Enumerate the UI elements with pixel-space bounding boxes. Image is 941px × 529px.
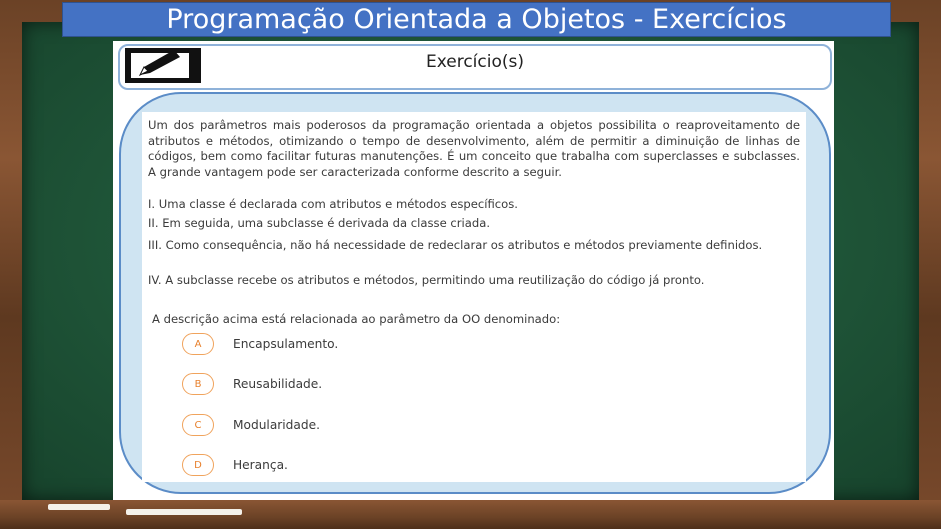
option-a-label[interactable]: Encapsulamento. xyxy=(233,337,338,351)
pencil-notepad-icon xyxy=(125,48,201,83)
option-d-label[interactable]: Herança. xyxy=(233,458,288,472)
option-d[interactable]: D Herança. xyxy=(182,453,288,477)
option-c-letter[interactable]: C xyxy=(182,414,214,436)
option-a-letter[interactable]: A xyxy=(182,333,214,355)
exercise-header-label: Exercício(s) xyxy=(425,52,524,72)
question-intro: Um dos parâmetros mais poderosos da prog… xyxy=(148,118,800,179)
option-d-letter[interactable]: D xyxy=(182,454,214,476)
page-title: Programação Orientada a Objetos - Exercí… xyxy=(62,2,891,37)
option-a[interactable]: A Encapsulamento. xyxy=(182,332,338,356)
option-c[interactable]: C Modularidade. xyxy=(182,413,320,437)
question-item-2: II. Em seguida, uma subclasse é derivada… xyxy=(148,216,491,230)
option-b-label[interactable]: Reusabilidade. xyxy=(233,377,322,391)
option-b-letter[interactable]: B xyxy=(182,373,214,395)
option-b[interactable]: B Reusabilidade. xyxy=(182,372,322,396)
question-item-3: III. Como consequência, não há necessida… xyxy=(148,238,763,252)
chalk-piece-1 xyxy=(48,504,110,510)
chalk-piece-2 xyxy=(126,509,242,515)
question-item-4: IV. A subclasse recebe os atributos e mé… xyxy=(148,273,705,287)
question-item-1: I. Uma classe é declarada com atributos … xyxy=(148,197,518,211)
option-c-label[interactable]: Modularidade. xyxy=(233,418,320,432)
question-prompt: A descrição acima está relacionada ao pa… xyxy=(152,312,561,326)
